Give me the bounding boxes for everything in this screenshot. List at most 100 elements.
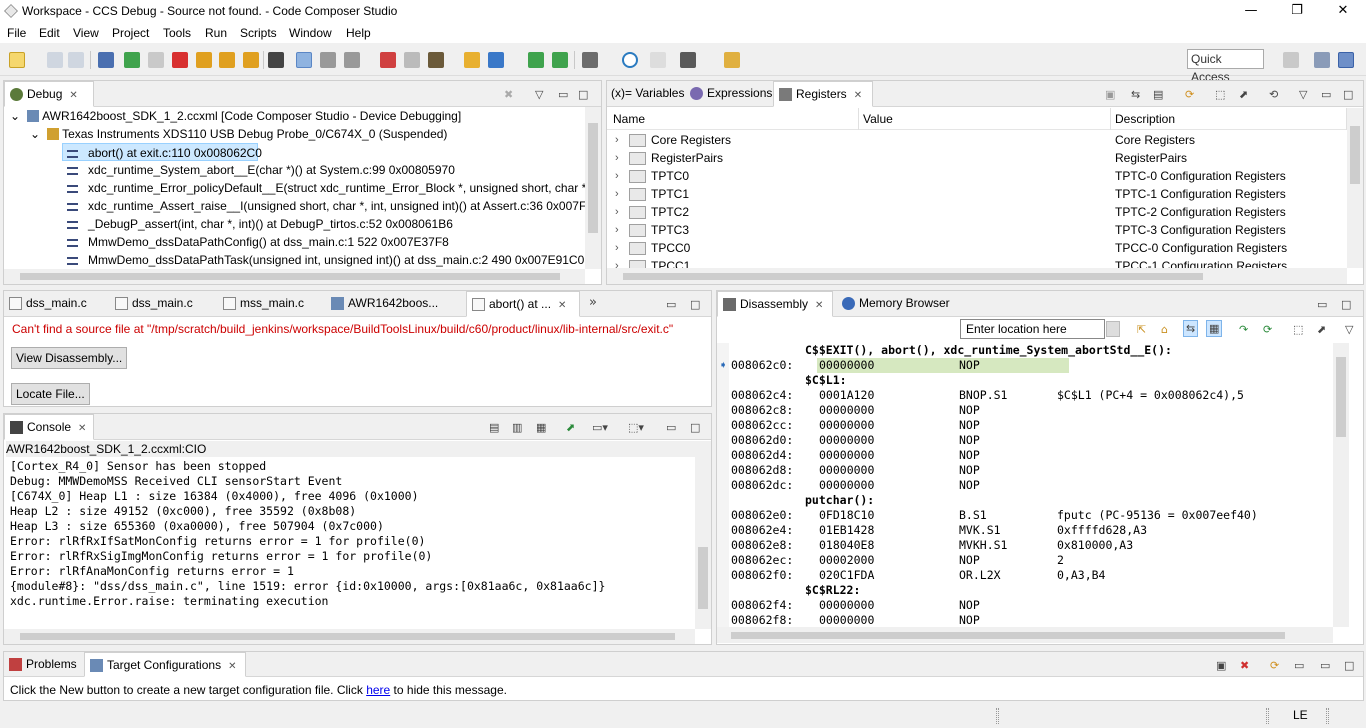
menu-edit[interactable]: Edit bbox=[39, 26, 60, 40]
expand-icon[interactable]: › bbox=[615, 149, 619, 167]
debug-settings-icon[interactable] bbox=[680, 52, 696, 68]
reset-icon[interactable] bbox=[488, 52, 504, 68]
menu-scripts[interactable]: Scripts bbox=[240, 26, 277, 40]
register-row[interactable]: › Core Registers Core Registers bbox=[607, 131, 1347, 149]
refresh-icon[interactable]: ⟳ bbox=[1270, 659, 1279, 672]
maximize-view-icon[interactable]: □ bbox=[1344, 659, 1354, 672]
expand-icon[interactable]: ⌄ bbox=[10, 109, 20, 123]
disassembly-row[interactable]: 008062ec: 00002000 NOP 2 bbox=[729, 553, 1333, 568]
stack-frame[interactable]: MmwDemo_dssDataPathTask(unsigned int, un… bbox=[67, 251, 585, 269]
disassembly-row[interactable]: 008062d0: 00000000 NOP bbox=[729, 433, 1333, 448]
close-icon[interactable]: ✕ bbox=[69, 90, 77, 101]
go-button[interactable] bbox=[1106, 321, 1120, 337]
search-icon[interactable] bbox=[622, 52, 638, 68]
home-icon[interactable]: ⌂ bbox=[1161, 323, 1168, 336]
stack-frame[interactable]: MmwDemo_dssDataPathConfig() at dss_main.… bbox=[67, 233, 449, 251]
current-instruction-row[interactable]: 008062c0: 00000000 NOP bbox=[729, 358, 1333, 373]
tab-target-configurations[interactable]: Target Configurations ✕ bbox=[84, 652, 246, 677]
ccs-debug-perspective-icon[interactable] bbox=[1338, 52, 1354, 68]
disassembly-row[interactable]: 008062f4: 00000000 NOP bbox=[729, 598, 1333, 613]
disassembly-row[interactable]: 008062f0: 020C1FDA OR.L2X 0,A3,B4 bbox=[729, 568, 1333, 583]
disassembly-row[interactable]: 008062e0: 0FD18C10 B.S1 fputc (PC-95136 = 0… bbox=[729, 508, 1333, 523]
maximize-view-icon[interactable]: □ bbox=[690, 298, 700, 311]
registers-grid-icon[interactable] bbox=[268, 52, 284, 68]
display-console-icon[interactable]: ▭▾ bbox=[592, 421, 608, 434]
tab-console[interactable]: Console ✕ bbox=[4, 414, 94, 440]
disassembly-row[interactable]: 008062d4: 00000000 NOP bbox=[729, 448, 1333, 463]
expand-icon[interactable]: › bbox=[615, 167, 619, 185]
maximize-view-icon[interactable]: □ bbox=[690, 421, 700, 434]
vertical-scrollbar[interactable] bbox=[1333, 343, 1349, 627]
step-return-icon[interactable] bbox=[243, 52, 259, 68]
resume-icon[interactable] bbox=[124, 52, 140, 68]
hide-message-link[interactable]: here bbox=[366, 683, 390, 697]
new-icon[interactable] bbox=[9, 52, 25, 68]
minimize-view-icon[interactable]: ▭ bbox=[558, 88, 568, 101]
close-icon[interactable]: ✕ bbox=[228, 661, 236, 672]
link-source-icon[interactable]: ⇆ bbox=[1183, 320, 1199, 337]
pin-icon[interactable]: ⬈ bbox=[1317, 323, 1326, 336]
build-hammer-icon[interactable] bbox=[582, 52, 598, 68]
open-perspective-icon[interactable] bbox=[1283, 52, 1299, 68]
tab-abort[interactable]: abort() at ... ✕ bbox=[466, 291, 580, 317]
tab-dss-main-2[interactable]: dss_main.c bbox=[110, 291, 193, 317]
menu-view[interactable]: View bbox=[73, 26, 99, 40]
stack-frame[interactable]: _DebugP_assert(int, char *, int)() at De… bbox=[67, 215, 453, 233]
expand-icon[interactable]: › bbox=[615, 185, 619, 203]
new-target-config-icon[interactable]: ▣ bbox=[1216, 659, 1226, 672]
close-icon[interactable]: ✕ bbox=[815, 300, 823, 311]
minimize-button[interactable]: — bbox=[1228, 0, 1274, 23]
disassembly-row[interactable]: 008062d8: 00000000 NOP bbox=[729, 463, 1333, 478]
debug-view-icon[interactable] bbox=[98, 52, 114, 68]
disassembly-row[interactable]: 008062e8: 018040E8 MVKH.S1 0x810000,A3 bbox=[729, 538, 1333, 553]
tab-disassembly[interactable]: Disassembly ✕ bbox=[717, 291, 833, 317]
maximize-button[interactable]: ❐ bbox=[1274, 0, 1320, 23]
horizontal-scrollbar[interactable] bbox=[4, 629, 695, 644]
connect-target-icon[interactable] bbox=[296, 52, 312, 68]
quick-access-field[interactable]: Quick Access bbox=[1187, 49, 1264, 84]
suspend-icon[interactable] bbox=[148, 52, 164, 68]
vertical-scrollbar[interactable] bbox=[585, 107, 601, 269]
vertical-scrollbar[interactable] bbox=[1347, 108, 1363, 268]
scroll-lock-icon[interactable]: ▥ bbox=[512, 421, 522, 434]
expand-icon[interactable]: › bbox=[615, 221, 619, 239]
expand-icon[interactable]: › bbox=[615, 239, 619, 257]
open-console-icon[interactable]: ⬚▾ bbox=[628, 421, 644, 434]
tab-problems[interactable]: Problems bbox=[4, 652, 77, 677]
close-icon[interactable]: ✕ bbox=[558, 300, 566, 311]
register-row[interactable]: › TPCC1 TPCC-1 Configuration Registers bbox=[607, 257, 1347, 268]
new-window-icon[interactable]: ⬚ bbox=[1293, 323, 1303, 336]
remove-terminated-icon[interactable]: ✖ bbox=[504, 88, 513, 101]
minimize-view-icon[interactable]: ▭ bbox=[666, 421, 676, 434]
remove-breakpoints-icon[interactable] bbox=[380, 52, 396, 68]
open-file-icon[interactable] bbox=[650, 52, 666, 68]
disassembly-row[interactable]: 008062e4: 01EB1428 MVK.S1 0xffffd628,A3 bbox=[729, 523, 1333, 538]
menu-project[interactable]: Project bbox=[112, 26, 149, 40]
register-row[interactable]: › TPTC1 TPTC-1 Configuration Registers bbox=[607, 185, 1347, 203]
expand-icon[interactable]: › bbox=[615, 257, 619, 268]
locate-file-button[interactable]: Locate File... bbox=[11, 383, 90, 405]
disassembly-listing[interactable]: C$$EXIT(), abort(), xdc_runtime_System_a… bbox=[717, 343, 1333, 627]
go-to-pc-icon[interactable]: ⇱ bbox=[1137, 323, 1146, 336]
stack-frame[interactable]: xdc_runtime_Error_policyDefault__E(struc… bbox=[67, 179, 585, 197]
stack-frame-selected[interactable]: abort() at exit.c:110 0x008062C0 bbox=[62, 143, 262, 161]
menu-run[interactable]: Run bbox=[205, 26, 227, 40]
tab-mss-main[interactable]: mss_main.c bbox=[218, 291, 304, 317]
delete-icon[interactable]: ✖ bbox=[1240, 659, 1249, 672]
more-tabs-icon[interactable]: » bbox=[589, 295, 597, 310]
terminate-icon[interactable] bbox=[172, 52, 188, 68]
run-asm-icon[interactable] bbox=[552, 52, 568, 68]
console-output[interactable]: [Cortex_R4_0] Sensor has been stopped Deb… bbox=[7, 457, 694, 627]
skip-breakpoints-icon[interactable] bbox=[404, 52, 420, 68]
disassembly-row[interactable]: 008062dc: 00000000 NOP bbox=[729, 478, 1333, 493]
tree-row[interactable]: ⌄ Texas Instruments XDS110 USB Debug Pro… bbox=[30, 125, 447, 143]
view-disassembly-button[interactable]: View Disassembly... bbox=[11, 347, 128, 369]
disassembly-row[interactable]: 008062cc: 00000000 NOP bbox=[729, 418, 1333, 433]
view-menu-icon[interactable]: ▽ bbox=[1345, 323, 1353, 336]
menu-help[interactable]: Help bbox=[346, 26, 371, 40]
save-all-icon[interactable] bbox=[68, 52, 84, 68]
tree-row[interactable]: ⌄ AWR1642boost_SDK_1_2.ccxml [Code Compo… bbox=[10, 107, 461, 125]
step-into-icon[interactable] bbox=[196, 52, 212, 68]
launch-icon[interactable] bbox=[724, 52, 740, 68]
expand-icon[interactable]: › bbox=[615, 131, 619, 149]
